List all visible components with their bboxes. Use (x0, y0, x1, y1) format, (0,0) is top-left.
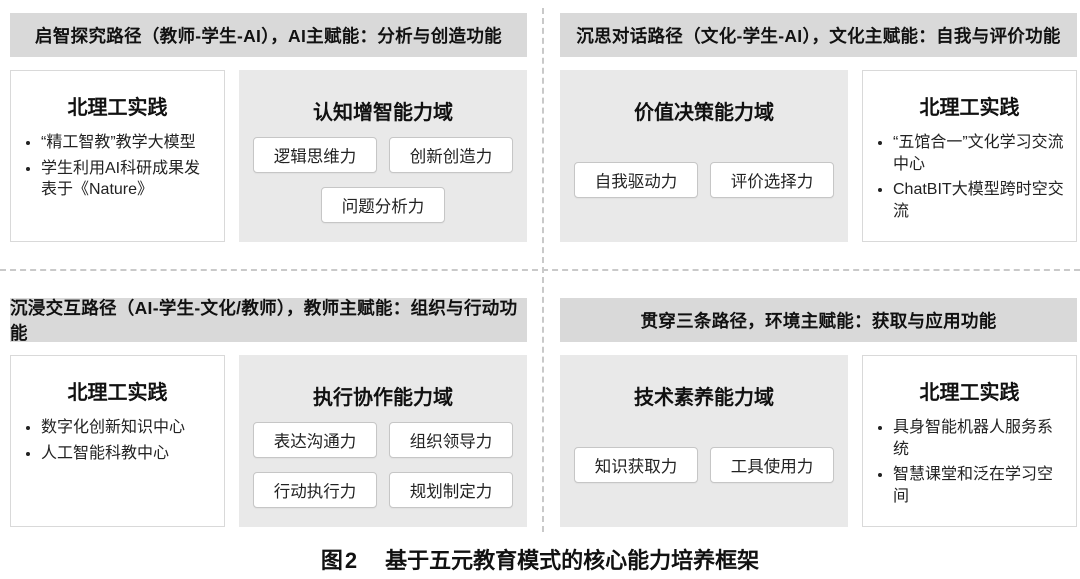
domain-title: 价值决策能力域 (570, 96, 838, 125)
domain-title: 技术素养能力域 (570, 381, 838, 410)
quadrant-qizhi-exploration: 启智探究路径（教师-学生-AI），AI主赋能：分析与创造功能 北理工实践 “精工… (10, 13, 527, 242)
pathway-header-chenjin: 沉浸交互路径（AI-学生-文化/教师），教师主赋能：组织与行动功能 (10, 298, 527, 342)
practice-item: 学生利用AI科研成果发表于《Nature》 (41, 158, 214, 201)
practice-title: 北理工实践 (21, 91, 214, 120)
pathway-header-text: 沉思对话路径（文化-学生-AI），文化主赋能：自我与评价功能 (576, 23, 1060, 48)
quadrant-guanchuan-three-paths: 贯穿三条路径，环境主赋能：获取与应用功能 技术素养能力域 知识获取力 工具使用力… (560, 298, 1077, 527)
horizontal-dashed-divider (0, 269, 1080, 271)
practice-list: “精工智教”教学大模型 学生利用AI科研成果发表于《Nature》 (21, 132, 214, 205)
practice-list: “五馆合一”文化学习交流中心 ChatBIT大模型跨时空交流 (873, 132, 1066, 226)
practice-title: 北理工实践 (21, 376, 214, 405)
quadrant-body: 价值决策能力域 自我驱动力 评价选择力 北理工实践 “五馆合一”文化学习交流中心… (560, 70, 1077, 242)
ability-chip-group: 表达沟通力 组织领导力 行动执行力 规划制定力 (249, 414, 517, 515)
pathway-header-chensi: 沉思对话路径（文化-学生-AI），文化主赋能：自我与评价功能 (560, 13, 1077, 57)
figure-caption-label: 图2 (321, 548, 359, 573)
ability-chip: 表达沟通力 (253, 422, 377, 458)
ability-domain-execution-collab: 执行协作能力域 表达沟通力 组织领导力 行动执行力 规划制定力 (239, 355, 527, 527)
figure-caption-text: 基于五元教育模式的核心能力培养框架 (385, 548, 759, 573)
practice-box-bit: 北理工实践 “五馆合一”文化学习交流中心 ChatBIT大模型跨时空交流 (862, 70, 1077, 242)
ability-domain-tech-literacy: 技术素养能力域 知识获取力 工具使用力 (560, 355, 848, 527)
practice-title: 北理工实践 (873, 91, 1066, 120)
quadrant-body: 北理工实践 数字化创新知识中心 人工智能科教中心 执行协作能力域 表达沟通力 组… (10, 355, 527, 527)
practice-list: 具身智能机器人服务系统 智慧课堂和泛在学习空间 (873, 417, 1066, 511)
practice-item: ChatBIT大模型跨时空交流 (893, 179, 1066, 222)
ability-chip: 规划制定力 (389, 472, 513, 508)
practice-box-bit: 北理工实践 数字化创新知识中心 人工智能科教中心 (10, 355, 225, 527)
ability-domain-value-decision: 价值决策能力域 自我驱动力 评价选择力 (560, 70, 848, 242)
ability-chip: 行动执行力 (253, 472, 377, 508)
ability-chip: 知识获取力 (574, 447, 698, 483)
ability-chip-group: 逻辑思维力 创新创造力 问题分析力 (249, 129, 517, 230)
ability-domain-cognitive: 认知增智能力域 逻辑思维力 创新创造力 问题分析力 (239, 70, 527, 242)
practice-box-bit: 北理工实践 具身智能机器人服务系统 智慧课堂和泛在学习空间 (862, 355, 1077, 527)
practice-item: 数字化创新知识中心 (41, 417, 214, 439)
practice-item: “精工智教”教学大模型 (41, 132, 214, 154)
practice-item: “五馆合一”文化学习交流中心 (893, 132, 1066, 175)
ability-chip: 工具使用力 (710, 447, 834, 483)
ability-chip: 创新创造力 (389, 137, 513, 173)
practice-list: 数字化创新知识中心 人工智能科教中心 (21, 417, 214, 468)
pathway-header-text: 启智探究路径（教师-学生-AI），AI主赋能：分析与创造功能 (35, 23, 502, 48)
quadrant-chensi-dialogue: 沉思对话路径（文化-学生-AI），文化主赋能：自我与评价功能 价值决策能力域 自… (560, 13, 1077, 242)
practice-item: 具身智能机器人服务系统 (893, 417, 1066, 460)
domain-title: 认知增智能力域 (249, 96, 517, 125)
practice-item: 人工智能科教中心 (41, 443, 214, 465)
pathway-header-qizhi: 启智探究路径（教师-学生-AI），AI主赋能：分析与创造功能 (10, 13, 527, 57)
framework-figure: 启智探究路径（教师-学生-AI），AI主赋能：分析与创造功能 北理工实践 “精工… (0, 0, 1080, 579)
ability-chip-group: 自我驱动力 评价选择力 (570, 129, 838, 230)
quadrant-body: 北理工实践 “精工智教”教学大模型 学生利用AI科研成果发表于《Nature》 … (10, 70, 527, 242)
pathway-header-text: 贯穿三条路径，环境主赋能：获取与应用功能 (641, 308, 997, 333)
figure-caption: 图2 基于五元教育模式的核心能力培养框架 (0, 543, 1080, 575)
ability-chip: 评价选择力 (710, 162, 834, 198)
ability-chip: 自我驱动力 (574, 162, 698, 198)
quadrant-chenjin-interaction: 沉浸交互路径（AI-学生-文化/教师），教师主赋能：组织与行动功能 北理工实践 … (10, 298, 527, 527)
pathway-header-guanchuan: 贯穿三条路径，环境主赋能：获取与应用功能 (560, 298, 1077, 342)
quadrant-body: 技术素养能力域 知识获取力 工具使用力 北理工实践 具身智能机器人服务系统 智慧… (560, 355, 1077, 527)
ability-chip-group: 知识获取力 工具使用力 (570, 414, 838, 515)
ability-chip: 组织领导力 (389, 422, 513, 458)
practice-title: 北理工实践 (873, 376, 1066, 405)
ability-chip: 问题分析力 (321, 187, 445, 223)
domain-title: 执行协作能力域 (249, 381, 517, 410)
practice-box-bit: 北理工实践 “精工智教”教学大模型 学生利用AI科研成果发表于《Nature》 (10, 70, 225, 242)
pathway-header-text: 沉浸交互路径（AI-学生-文化/教师），教师主赋能：组织与行动功能 (10, 295, 527, 345)
practice-item: 智慧课堂和泛在学习空间 (893, 464, 1066, 507)
ability-chip: 逻辑思维力 (253, 137, 377, 173)
